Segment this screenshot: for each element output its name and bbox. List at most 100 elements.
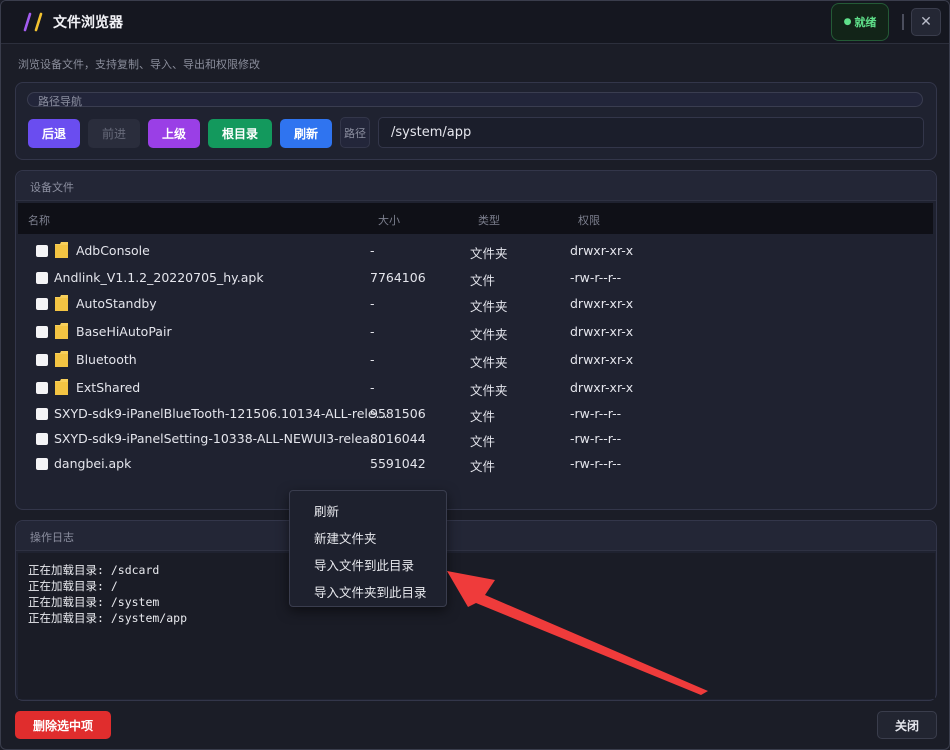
file-row[interactable]: Andlink_V1.1.2_20220705_hy.apk 7764106 文件 -… <box>16 265 916 291</box>
file-name: AdbConsole <box>76 243 150 258</box>
root-button[interactable]: 根目录 <box>208 119 272 148</box>
refresh-button[interactable]: 刷新 <box>280 119 332 148</box>
row-checkbox[interactable] <box>36 272 48 284</box>
row-checkbox[interactable] <box>36 382 48 394</box>
up-button[interactable]: 上级 <box>148 119 200 148</box>
device-files-header: 设备文件 <box>16 171 936 201</box>
folder-icon <box>55 323 68 339</box>
file-name: AutoStandby <box>76 296 157 311</box>
file-perm: drwxr-xr-x <box>570 243 634 258</box>
file-table-header: 名称 大小 类型 权限 <box>18 203 933 234</box>
column-size[interactable]: 大小 <box>378 212 400 228</box>
file-row[interactable]: SXYD-sdk9-iPanelBlueTooth-121506.10134-A… <box>16 401 916 427</box>
file-type: 文件 <box>470 273 496 288</box>
column-name[interactable]: 名称 <box>28 212 50 228</box>
double-slash-logo-icon <box>23 12 43 32</box>
file-size: - <box>370 296 375 311</box>
row-checkbox[interactable] <box>36 433 48 445</box>
file-row[interactable]: dangbei.apk 5591042 文件 -rw-r--r-- <box>16 451 916 477</box>
ctx-import-folder[interactable]: 导入文件夹到此目录 <box>314 582 427 601</box>
file-type: 文件夹 <box>470 299 508 314</box>
file-perm: drwxr-xr-x <box>570 352 634 367</box>
row-checkbox[interactable] <box>36 458 48 470</box>
file-row[interactable]: ExtShared - 文件夹 drwxr-xr-x <box>16 375 916 401</box>
window-subtitle: 浏览设备文件，支持复制、导入、导出和权限修改 <box>18 58 260 71</box>
file-size: - <box>370 243 375 258</box>
file-type: 文件 <box>470 409 496 424</box>
file-name: dangbei.apk <box>54 456 132 471</box>
row-checkbox[interactable] <box>36 245 48 257</box>
window-title: 文件浏览器 <box>53 15 123 31</box>
file-name: SXYD-sdk9-iPanelBlueTooth-121506.10134-A… <box>54 406 388 421</box>
log-line: 正在加载目录: /system/app <box>28 611 188 625</box>
log-header: 操作日志 <box>16 521 936 551</box>
path-input[interactable]: /system/app <box>378 117 924 148</box>
file-perm: drwxr-xr-x <box>570 324 634 339</box>
title-separator <box>902 14 904 30</box>
file-perm: -rw-r--r-- <box>570 456 622 471</box>
file-row[interactable]: BaseHiAutoPair - 文件夹 drwxr-xr-x <box>16 319 916 345</box>
file-row[interactable]: AdbConsole - 文件夹 drwxr-xr-x <box>16 238 916 264</box>
folder-icon <box>55 242 68 258</box>
file-name: BaseHiAutoPair <box>76 324 172 339</box>
device-files-panel: 设备文件 名称 大小 类型 权限 AdbConsole - 文件夹 drwxr-xr-… <box>15 170 937 510</box>
file-type: 文件 <box>470 459 496 474</box>
folder-icon <box>55 379 68 395</box>
file-perm: drwxr-xr-x <box>570 380 634 395</box>
file-type: 文件夹 <box>470 246 508 261</box>
file-size: 7764106 <box>370 270 426 285</box>
ctx-import-file[interactable]: 导入文件到此目录 <box>314 555 414 574</box>
status-dot-icon: ● <box>843 17 852 27</box>
ctx-new-folder[interactable]: 新建文件夹 <box>314 528 377 547</box>
path-label: 路径 <box>340 117 370 148</box>
file-perm: -rw-r--r-- <box>570 431 622 446</box>
close-button[interactable]: 关闭 <box>877 711 937 739</box>
column-perm[interactable]: 权限 <box>578 212 600 228</box>
row-checkbox[interactable] <box>36 354 48 366</box>
device-files-title: 设备文件 <box>30 181 74 194</box>
forward-button[interactable]: 前进 <box>88 119 140 148</box>
file-type: 文件 <box>470 434 496 449</box>
window-close-button[interactable]: ✕ <box>911 8 941 36</box>
file-perm: -rw-r--r-- <box>570 270 622 285</box>
path-nav-title: 路径导航 <box>38 95 82 108</box>
title-bar: 文件浏览器 ● 就绪 ✕ <box>1 1 949 44</box>
file-size: - <box>370 352 375 367</box>
log-title: 操作日志 <box>30 531 74 544</box>
file-perm: -rw-r--r-- <box>570 406 622 421</box>
file-name: Bluetooth <box>76 352 137 367</box>
file-perm: drwxr-xr-x <box>570 296 634 311</box>
file-name: Andlink_V1.1.2_20220705_hy.apk <box>54 270 264 285</box>
file-name: ExtShared <box>76 380 141 395</box>
file-browser-window: 文件浏览器 ● 就绪 ✕ 浏览设备文件，支持复制、导入、导出和权限修改 路径导航… <box>0 0 950 750</box>
file-size: - <box>370 324 375 339</box>
file-row[interactable]: AutoStandby - 文件夹 drwxr-xr-x <box>16 291 916 317</box>
file-row[interactable]: Bluetooth - 文件夹 drwxr-xr-x <box>16 347 916 373</box>
path-nav-header: 路径导航 <box>27 92 923 108</box>
row-checkbox[interactable] <box>36 326 48 338</box>
file-size: - <box>370 380 375 395</box>
file-type: 文件夹 <box>470 355 508 370</box>
file-row[interactable]: SXYD-sdk9-iPanelSetting-10338-ALL-NEWUI3… <box>16 426 916 452</box>
path-nav-panel: 路径导航 后退 前进 上级 根目录 刷新 路径 /system/app <box>15 82 937 160</box>
status-badge: ● 就绪 <box>831 3 889 41</box>
back-button[interactable]: 后退 <box>28 119 80 148</box>
file-name: SXYD-sdk9-iPanelSetting-10338-ALL-NEWUI3… <box>54 431 382 446</box>
file-type: 文件夹 <box>470 327 508 342</box>
column-type[interactable]: 类型 <box>478 212 500 228</box>
log-line: 正在加载目录: / <box>28 579 118 593</box>
folder-icon <box>55 295 68 311</box>
delete-selected-button[interactable]: 删除选中项 <box>15 711 111 739</box>
row-checkbox[interactable] <box>36 298 48 310</box>
log-line: 正在加载目录: /sdcard <box>28 563 160 577</box>
ctx-refresh[interactable]: 刷新 <box>314 501 339 520</box>
row-checkbox[interactable] <box>36 408 48 420</box>
file-type: 文件夹 <box>470 383 508 398</box>
close-icon: ✕ <box>920 14 932 30</box>
file-size: 8016044 <box>370 431 426 446</box>
folder-icon <box>55 351 68 367</box>
file-size: 9581506 <box>370 406 426 421</box>
red-arrow-annotation-icon <box>447 571 708 695</box>
log-line: 正在加载目录: /system <box>28 595 160 609</box>
file-size: 5591042 <box>370 456 426 471</box>
